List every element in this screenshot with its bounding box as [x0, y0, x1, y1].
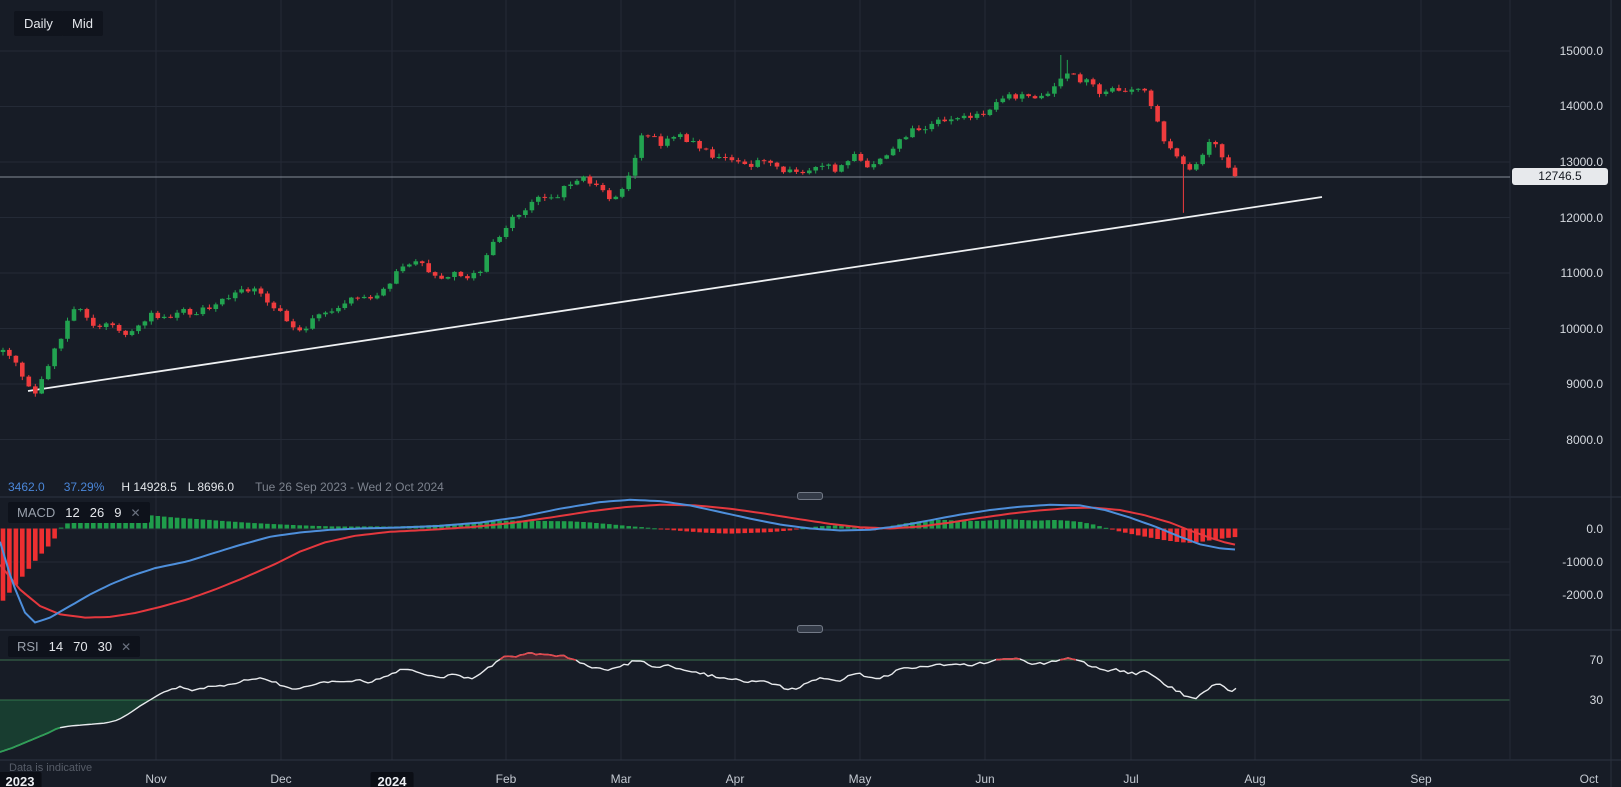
time-label-month: Nov	[145, 772, 166, 786]
period-high: H 14928.5	[121, 480, 176, 494]
axis-label: 0.0	[1586, 521, 1603, 537]
macd-close-icon[interactable]: ✕	[130, 507, 140, 519]
axis-label: 70	[1590, 652, 1603, 668]
current-price-label: 12746.5	[1512, 168, 1608, 185]
interval-daily-button[interactable]: Daily	[14, 11, 63, 36]
time-label-month: Oct	[1580, 772, 1599, 786]
rsi-title: RSI	[17, 640, 39, 653]
rsi-param-oversold: 30	[98, 640, 112, 653]
axis-label: -2000.0	[1562, 587, 1603, 603]
axis-label: 30	[1590, 692, 1603, 708]
time-axis[interactable]: 2023 Nov Dec 2024 Feb Mar Apr May Jun Jul Aug Sep Oc…	[0, 761, 1621, 787]
axis-label: 8000.0	[1566, 432, 1603, 448]
macd-param-signal: 9	[114, 506, 121, 519]
time-label-month: Jun	[975, 772, 994, 786]
data-indicative-note: Data is indicative	[9, 762, 92, 774]
axis-label: 11000.0	[1561, 265, 1604, 281]
rsi-param-overbought: 70	[73, 640, 87, 653]
price-axis[interactable]: 15000.014000.013000.012000.011000.010000…	[1510, 0, 1611, 760]
axis-label: 12000.0	[1560, 210, 1603, 226]
date-range: Tue 26 Sep 2023 - Wed 2 Oct 2024	[255, 480, 444, 494]
time-label-month: Mar	[611, 772, 632, 786]
macd-indicator-chip: MACD 12 26 9 ✕	[8, 502, 150, 523]
macd-title: MACD	[17, 506, 55, 519]
change-value: 3462.0	[8, 480, 45, 494]
time-label-month: Apr	[726, 772, 745, 786]
time-label-month: Sep	[1410, 772, 1431, 786]
time-label-year: 2023	[0, 772, 41, 787]
axis-label: -1000.0	[1562, 554, 1603, 570]
time-label-month: Dec	[270, 772, 291, 786]
status-line: 3462.0 37.29% H 14928.5 L 8696.0 Tue 26 …	[8, 480, 444, 494]
time-label-year: 2024	[371, 772, 414, 787]
axis-label: 15000.0	[1560, 43, 1603, 59]
macd-pane-resize-handle[interactable]	[797, 492, 823, 500]
time-label-month: Aug	[1244, 772, 1265, 786]
rsi-close-icon[interactable]: ✕	[121, 641, 131, 653]
macd-param-fast: 12	[65, 506, 79, 519]
time-label-month: May	[849, 772, 872, 786]
period-low: L 8696.0	[188, 480, 234, 494]
trading-chart-window: Daily Mid 3462.0 37.29% H 14928.5 L 8696…	[0, 0, 1621, 787]
rsi-pane-resize-handle[interactable]	[797, 625, 823, 633]
axis-label: 10000.0	[1560, 321, 1603, 337]
price-mid-button[interactable]: Mid	[62, 11, 103, 36]
macd-param-slow: 26	[90, 506, 104, 519]
change-percent: 37.29%	[64, 480, 105, 494]
time-label-month: Jul	[1123, 772, 1138, 786]
rsi-indicator-chip: RSI 14 70 30 ✕	[8, 636, 140, 657]
time-label-month: Feb	[496, 772, 517, 786]
axis-label: 14000.0	[1560, 98, 1603, 114]
axis-label: 9000.0	[1566, 376, 1603, 392]
rsi-param-length: 14	[49, 640, 63, 653]
